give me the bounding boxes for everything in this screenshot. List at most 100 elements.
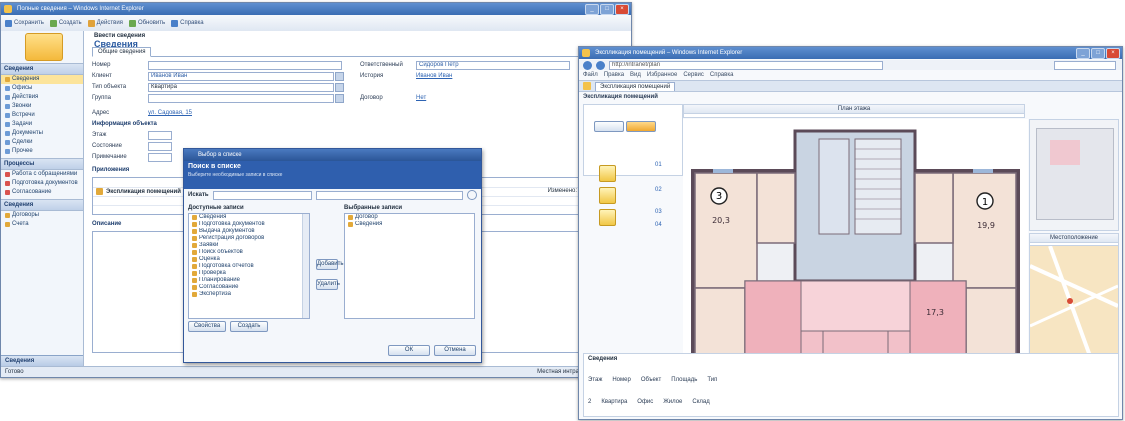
object-type-field[interactable]: Квартира bbox=[148, 82, 334, 92]
nav-item[interactable]: Сделки bbox=[1, 138, 83, 147]
list-item[interactable]: Подготовка документов bbox=[189, 221, 309, 228]
room-kitchen-1[interactable] bbox=[914, 172, 954, 244]
plan-list-item[interactable]: 03 bbox=[655, 209, 662, 215]
nav-item[interactable]: Прочее bbox=[1, 147, 83, 156]
plan-list-item[interactable]: 01 bbox=[655, 162, 662, 168]
list-item[interactable]: Выдача документов bbox=[189, 228, 309, 235]
nav-item[interactable]: Счета bbox=[1, 220, 83, 229]
nav-item[interactable]: Работа с обращениями bbox=[1, 170, 83, 179]
ok-button[interactable]: ОК bbox=[388, 345, 430, 356]
url-input[interactable]: http://intranet/plan bbox=[609, 60, 883, 70]
plan-tab-button[interactable] bbox=[594, 121, 624, 132]
plan-list-item[interactable]: 04 bbox=[655, 222, 662, 228]
list-item[interactable]: Оценка bbox=[189, 256, 309, 263]
plan-list-item[interactable]: 02 bbox=[655, 187, 662, 193]
toolbar-help-button[interactable]: Справка bbox=[171, 19, 204, 27]
available-list[interactable]: Сведения Подготовка документов Выдача до… bbox=[188, 213, 310, 319]
history-link[interactable]: Иванов Иван bbox=[416, 73, 452, 79]
list-item[interactable]: Регистрация договоров bbox=[189, 235, 309, 242]
chevron-down-icon[interactable] bbox=[335, 82, 344, 92]
location-map[interactable] bbox=[1029, 245, 1119, 357]
nav-item[interactable]: Офисы bbox=[1, 84, 83, 93]
minimize-button[interactable]: _ bbox=[585, 4, 599, 15]
list-item[interactable]: Договор bbox=[345, 214, 474, 221]
zoom-out-button[interactable] bbox=[599, 187, 616, 204]
list-item[interactable]: Подготовка отчетов bbox=[189, 263, 309, 270]
remove-button[interactable]: Удалить bbox=[316, 279, 340, 290]
browser-search-input[interactable] bbox=[1054, 60, 1116, 70]
address-link[interactable]: ул. Садовая, 15 bbox=[148, 110, 192, 116]
list-scrollbar[interactable] bbox=[302, 214, 309, 318]
nav-item[interactable]: Встречи bbox=[1, 111, 83, 120]
nav-item[interactable]: Действия bbox=[1, 93, 83, 102]
close-button[interactable]: × bbox=[1106, 48, 1120, 59]
nav-section-header[interactable]: Сведения bbox=[1, 63, 83, 75]
forward-icon[interactable] bbox=[596, 60, 605, 70]
list-item[interactable]: Поиск объектов bbox=[189, 249, 309, 256]
nav-item[interactable]: Договоры bbox=[1, 211, 83, 220]
favorites-star-icon[interactable] bbox=[583, 82, 591, 90]
browser-tab[interactable]: Экспликация помещений bbox=[595, 81, 676, 91]
maximize-button[interactable]: □ bbox=[600, 4, 614, 15]
toolbar-new-button[interactable]: Создать bbox=[49, 19, 82, 27]
list-item[interactable]: Планирование bbox=[189, 277, 309, 284]
cancel-button[interactable]: Отмена bbox=[434, 345, 476, 356]
nav-section-header[interactable]: Процессы bbox=[1, 158, 83, 170]
list-item[interactable]: Согласование bbox=[189, 284, 309, 291]
selected-list[interactable]: Договор Сведения bbox=[344, 213, 475, 319]
group-field[interactable] bbox=[148, 93, 334, 103]
zoom-in-button[interactable] bbox=[599, 165, 616, 182]
list-item[interactable]: Сведения bbox=[189, 214, 309, 221]
nav-section-header[interactable]: Сведения bbox=[1, 199, 83, 211]
list-item[interactable]: Экспертиза bbox=[189, 291, 309, 298]
owner-field[interactable]: Сидоров Петр bbox=[416, 60, 570, 70]
minimize-button[interactable]: _ bbox=[1076, 48, 1090, 59]
warning-button[interactable] bbox=[599, 209, 616, 226]
nav-item[interactable]: Документы bbox=[1, 129, 83, 138]
room-living-2b[interactable] bbox=[909, 280, 967, 362]
search-icon[interactable] bbox=[467, 190, 477, 200]
room-kitchen-3[interactable] bbox=[756, 172, 796, 244]
menu-view[interactable]: Вид bbox=[630, 71, 641, 79]
room-apartment-1[interactable] bbox=[952, 172, 1017, 289]
list-item[interactable]: Проверка bbox=[189, 270, 309, 277]
corridor-2[interactable] bbox=[800, 280, 911, 332]
nav-item[interactable]: Подготовка документов bbox=[1, 179, 83, 188]
new-button[interactable]: Создать bbox=[230, 321, 268, 332]
number-field[interactable] bbox=[148, 60, 342, 70]
contract-link[interactable]: Нет bbox=[416, 95, 426, 101]
properties-button[interactable]: Свойства bbox=[188, 321, 226, 332]
toolbar-refresh-button[interactable]: Обновить bbox=[128, 19, 165, 27]
back-icon[interactable] bbox=[583, 60, 592, 70]
add-button[interactable]: Добавить bbox=[316, 259, 344, 270]
nav-item[interactable]: Звонки bbox=[1, 102, 83, 111]
chevron-down-icon[interactable] bbox=[335, 93, 344, 103]
close-button[interactable]: × bbox=[615, 4, 629, 15]
state-field[interactable] bbox=[148, 141, 172, 151]
lookup-button[interactable] bbox=[335, 71, 344, 81]
list-item[interactable]: Экспликация помещений bbox=[96, 188, 181, 195]
plan-tab-button-active[interactable] bbox=[626, 121, 656, 132]
floor-field[interactable] bbox=[148, 130, 172, 140]
menu-tools[interactable]: Сервис bbox=[683, 71, 704, 79]
list-item[interactable]: Заявки bbox=[189, 242, 309, 249]
room-living-2a[interactable] bbox=[744, 280, 802, 362]
menu-file[interactable]: Файл bbox=[583, 71, 598, 79]
maximize-button[interactable]: □ bbox=[1091, 48, 1105, 59]
search-input[interactable] bbox=[316, 190, 464, 200]
list-item[interactable]: Сведения bbox=[345, 221, 474, 228]
room-apartment-3[interactable] bbox=[694, 172, 758, 289]
toolbar-actions-button[interactable]: Действия bbox=[87, 19, 123, 27]
search-scope-select[interactable] bbox=[212, 190, 313, 200]
menu-help[interactable]: Справка bbox=[710, 71, 734, 79]
nav-item[interactable]: Согласование bbox=[1, 188, 83, 197]
nav-item[interactable]: Сведения bbox=[1, 75, 83, 84]
toolbar-save-button[interactable]: Сохранить bbox=[5, 19, 44, 27]
sidebar-footer[interactable]: Сведения bbox=[1, 355, 83, 366]
client-field[interactable]: Иванов Иван bbox=[148, 71, 334, 81]
menu-edit[interactable]: Правка bbox=[604, 71, 624, 79]
menu-favorites[interactable]: Избранное bbox=[647, 71, 677, 79]
minimap-panel[interactable] bbox=[1029, 119, 1119, 231]
note-field[interactable] bbox=[148, 152, 172, 162]
tab-general[interactable]: Общие сведения bbox=[92, 47, 152, 57]
